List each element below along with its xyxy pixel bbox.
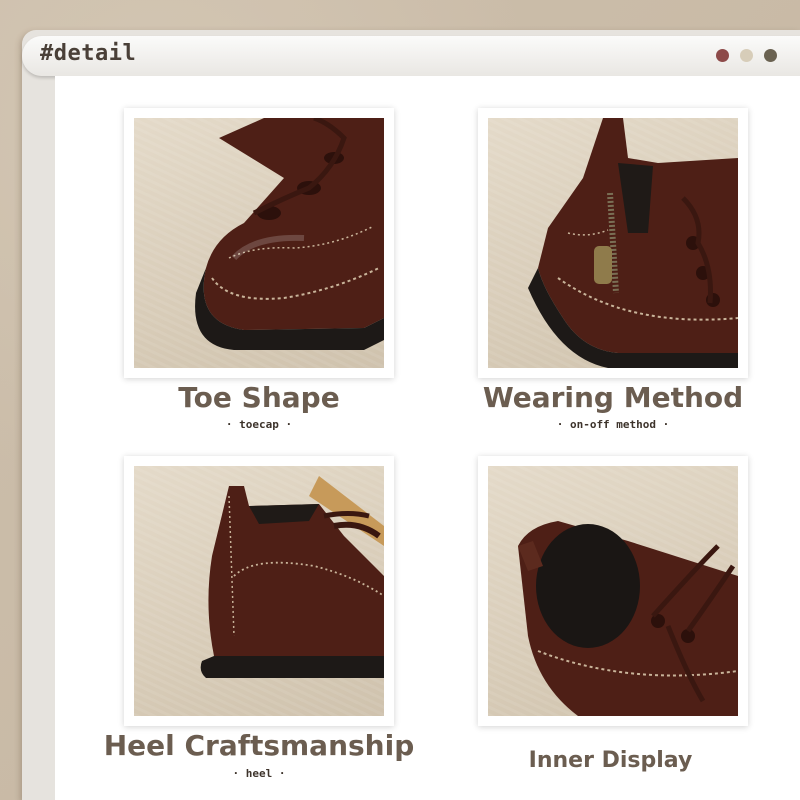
caption-title: Inner Display xyxy=(528,748,693,773)
detail-card-inner xyxy=(478,456,748,726)
caption-subtitle: · toecap · xyxy=(225,418,293,431)
caption-title: Wearing Method xyxy=(482,381,744,414)
detail-card-heel xyxy=(124,456,394,726)
olive-dot-button[interactable] xyxy=(764,49,777,62)
detail-card-zipper xyxy=(478,108,748,378)
caption-subtitle: · heel · xyxy=(232,767,286,780)
caption-title: Heel Craftsmanship xyxy=(103,729,415,762)
caption-title: Toe Shape xyxy=(178,381,340,414)
boot-toe-photo xyxy=(134,118,384,368)
window-titlebar: #detail xyxy=(22,36,800,76)
boot-inner-photo xyxy=(488,466,738,716)
boot-zipper-photo xyxy=(488,118,738,368)
beige-dot-button[interactable] xyxy=(740,49,753,62)
window-title: #detail xyxy=(40,41,137,66)
detail-card-toe xyxy=(124,108,394,378)
boot-heel-photo xyxy=(134,466,384,716)
red-dot-button[interactable] xyxy=(716,49,729,62)
caption-subtitle: · on-off method · xyxy=(556,418,670,431)
